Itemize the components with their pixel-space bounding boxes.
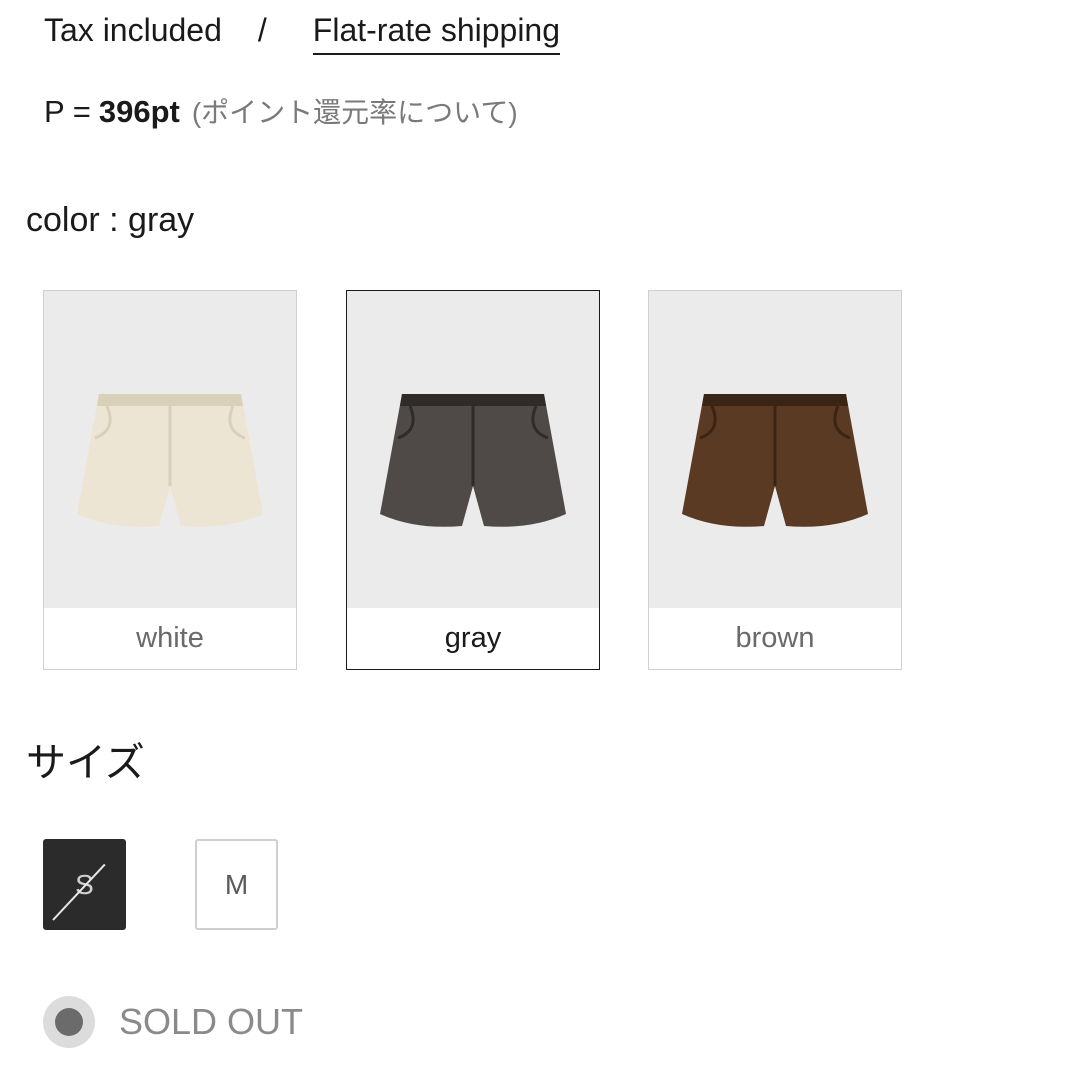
points-value: 396pt xyxy=(98,94,180,129)
color-swatch-white[interactable]: white xyxy=(43,290,297,670)
swatch-image xyxy=(347,291,599,608)
points-prefix: P = xyxy=(44,94,91,129)
shorts-gray-icon xyxy=(380,393,566,527)
swatch-image xyxy=(44,291,296,608)
selected-color-label: color : gray xyxy=(26,201,195,239)
separator: / xyxy=(257,12,267,48)
stock-status-dot-inner xyxy=(55,1008,83,1036)
shorts-brown-icon xyxy=(682,393,868,527)
size-heading: サイズ xyxy=(26,741,145,785)
swatch-label: brown xyxy=(735,622,815,654)
tax-included-label: Tax included xyxy=(44,12,222,48)
shorts-white-icon xyxy=(77,393,263,527)
swatch-label: white xyxy=(136,622,204,654)
swatch-image xyxy=(649,291,901,608)
flat-rate-shipping-link[interactable]: Flat-rate shipping xyxy=(312,8,561,55)
size-option-s[interactable]: S xyxy=(43,839,126,930)
size-label: M xyxy=(224,868,249,900)
sold-out-label: SOLD OUT xyxy=(119,1001,304,1042)
color-swatch-brown[interactable]: brown xyxy=(648,290,902,670)
size-option-m[interactable]: M xyxy=(195,839,278,930)
stock-status-dot-icon xyxy=(43,996,95,1048)
color-swatch-gray[interactable]: gray xyxy=(346,290,600,670)
stock-status: SOLD OUT xyxy=(43,996,303,1048)
price-info-row: Tax included / Flat-rate shipping xyxy=(44,8,561,55)
points-row: P = 396pt (ポイント還元率について) xyxy=(44,90,518,135)
swatch-label: gray xyxy=(444,622,502,654)
points-info-link[interactable]: (ポイント還元率について) xyxy=(192,91,518,135)
